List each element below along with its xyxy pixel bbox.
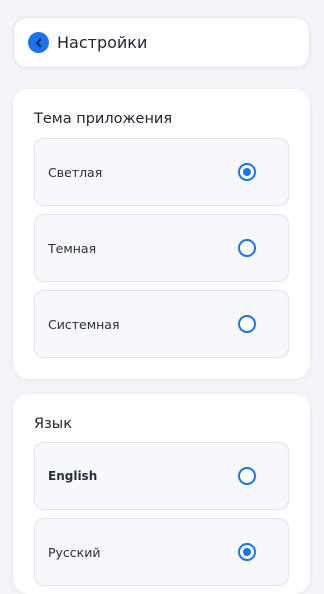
option-label: Системная [48, 316, 120, 332]
theme-settings-card: Тема приложения Светлая Темная Системная [13, 89, 310, 379]
theme-section-title: Тема приложения [34, 111, 173, 127]
app-header: Настройки [13, 17, 310, 68]
theme-option-dark[interactable]: Темная [34, 214, 289, 282]
radio-button-selected[interactable] [238, 163, 256, 181]
option-label: Светлая [48, 164, 103, 180]
radio-button[interactable] [238, 315, 256, 333]
chevron-left-icon [35, 38, 41, 47]
language-option-english[interactable]: English [34, 442, 289, 510]
page-title: Настройки [57, 33, 148, 52]
language-settings-card: Язык English Русский [13, 394, 310, 594]
radio-button-selected[interactable] [238, 543, 256, 561]
theme-option-system[interactable]: Системная [34, 290, 289, 358]
option-label: Русский [48, 544, 101, 560]
back-button[interactable] [28, 32, 49, 53]
language-section-title: Язык [34, 416, 72, 432]
theme-option-light[interactable]: Светлая [34, 138, 289, 206]
radio-button[interactable] [238, 467, 256, 485]
option-label: Темная [48, 240, 97, 256]
radio-button[interactable] [238, 239, 256, 257]
option-label: English [48, 469, 98, 483]
